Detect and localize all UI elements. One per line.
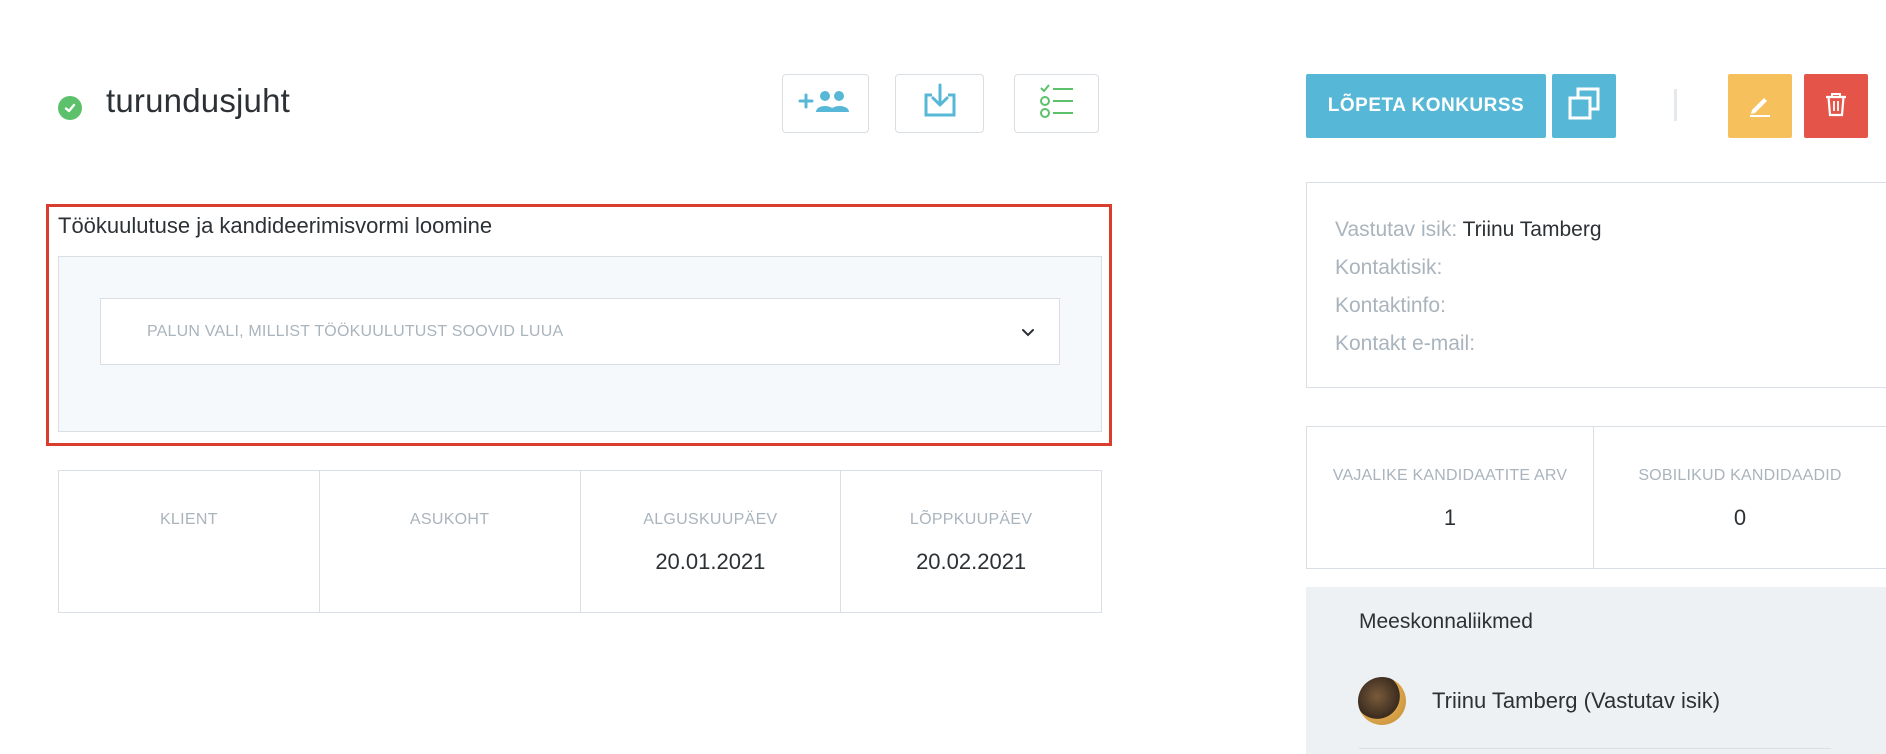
info-label: ALGUSKUUPÄEV <box>643 511 778 528</box>
stat-required-candidates: VAJALIKE KANDIDAATITE ARV 1 <box>1307 427 1594 568</box>
info-value: 20.01.2021 <box>655 549 766 574</box>
team-member-name[interactable]: Triinu Tamberg (Vastutav isik) <box>1432 688 1720 714</box>
trash-icon <box>1822 90 1850 123</box>
download-button[interactable] <box>895 74 984 133</box>
stat-value: 1 <box>1443 505 1457 530</box>
copy-button[interactable] <box>1552 74 1616 138</box>
info-label: KLIENT <box>159 511 218 528</box>
info-cell-end-date: LÕPPKUUPÄEV 20.02.2021 <box>841 471 1101 612</box>
checklist-button[interactable] <box>1014 74 1099 133</box>
status-check-icon <box>58 96 82 120</box>
responsible-person-row: Vastutav isik: Triinu Tamberg <box>1335 211 1886 249</box>
info-cell-client: KLIENT <box>59 471 320 612</box>
contact-email-label: Kontakt e-mail: <box>1335 332 1476 355</box>
info-label: ASUKOHT <box>409 511 490 528</box>
responsible-value: Triinu Tamberg <box>1462 218 1602 241</box>
contact-info-label: Kontaktinfo: <box>1335 294 1446 317</box>
download-icon <box>920 81 960 126</box>
avatar <box>1358 677 1406 725</box>
stats-panel: VAJALIKE KANDIDAATITE ARV 1 SOBILIKUD KA… <box>1306 426 1886 569</box>
end-competition-button[interactable]: LÕPETA KONKURSS <box>1306 74 1546 138</box>
info-table: KLIENT ASUKOHT ALGUSKUUPÄEV 20.01.2021 L… <box>58 470 1102 613</box>
checklist-icon <box>1037 81 1077 126</box>
pencil-icon <box>1746 90 1774 123</box>
job-ad-type-select[interactable]: PALUN VALI, MILLIST TÖÖKUULUTUST SOOVID … <box>100 298 1060 365</box>
chevron-down-icon <box>1019 323 1037 346</box>
info-value: 20.02.2021 <box>916 549 1027 574</box>
info-cell-start-date: ALGUSKUUPÄEV 20.01.2021 <box>581 471 842 612</box>
stat-value: 0 <box>1733 505 1747 530</box>
section-title: Töökuulutuse ja kandideerimisvormi loomi… <box>58 213 493 238</box>
select-placeholder: PALUN VALI, MILLIST TÖÖKUULUTUST SOOVID … <box>147 322 564 340</box>
divider <box>1359 748 1831 749</box>
copy-icon <box>1566 86 1602 127</box>
edit-button[interactable] <box>1728 74 1792 138</box>
team-title: Meeskonnaliikmed <box>1359 610 1533 633</box>
responsible-label: Vastutav isik: <box>1335 218 1458 241</box>
info-label: LÕPPKUUPÄEV <box>909 511 1033 528</box>
add-candidates-button[interactable] <box>782 74 869 133</box>
contact-panel: Vastutav isik: Triinu Tamberg Kontaktisi… <box>1306 182 1886 388</box>
delete-button[interactable] <box>1804 74 1868 138</box>
info-cell-location: ASUKOHT <box>320 471 581 612</box>
contact-person-label: Kontaktisik: <box>1335 256 1443 279</box>
stat-label: VAJALIKE KANDIDAATITE ARV <box>1332 467 1568 484</box>
divider <box>1674 89 1677 121</box>
add-people-icon <box>797 86 855 121</box>
stat-label: SOBILIKUD KANDIDAADID <box>1638 467 1842 484</box>
page-title: turundusjuht <box>106 82 291 119</box>
stat-suitable-candidates: SOBILIKUD KANDIDAADID 0 <box>1594 427 1886 568</box>
